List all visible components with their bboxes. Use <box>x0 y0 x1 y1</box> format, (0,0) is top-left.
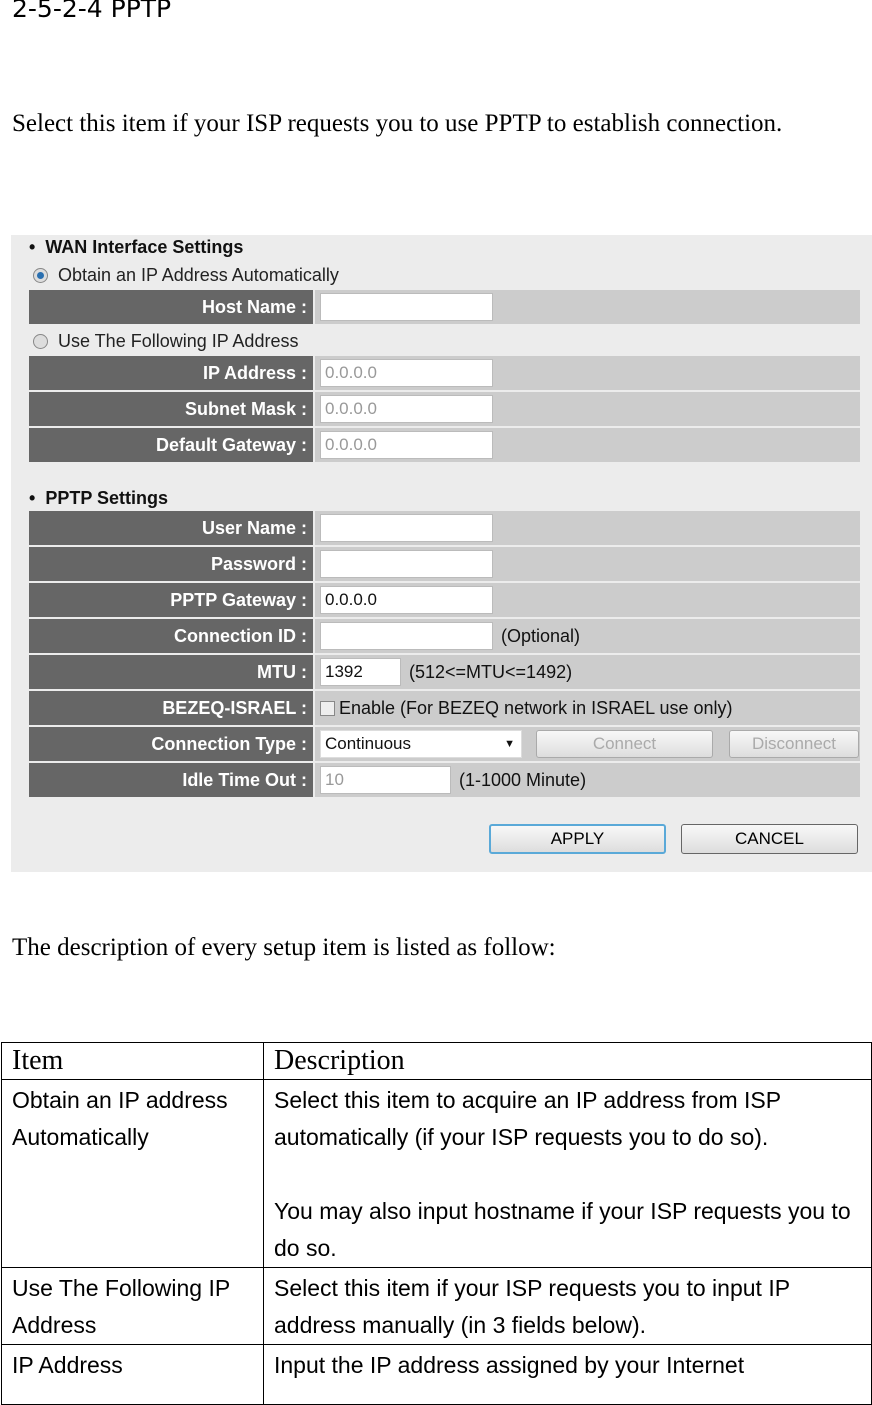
pptp-gateway-row: PPTP Gateway :0.0.0.0 <box>29 583 860 617</box>
description-table: Item Description Obtain an IP address Aut… <box>1 1042 872 1405</box>
header-item: Item <box>1 1042 264 1080</box>
description-cell: Input the IP address assigned by your In… <box>263 1344 872 1405</box>
default-gateway-row: Default Gateway :0.0.0.0 <box>29 428 860 462</box>
disconnect-button[interactable]: Disconnect <box>729 730 859 758</box>
checkbox-label: Enable (For BEZEQ network in ISRAEL use … <box>339 697 733 718</box>
connection-type-select[interactable]: Continuous ▼ <box>320 730 522 758</box>
password-input[interactable] <box>320 550 493 578</box>
item-cell: Use The Following IP Address <box>1 1267 264 1345</box>
table-row: Use The Following IP Address Select this … <box>1 1267 872 1345</box>
dropdown-arrow-icon: ▼ <box>504 738 515 750</box>
table-row: Obtain an IP address Automatically Select… <box>1 1079 872 1268</box>
field-label: BEZEQ-ISRAEL : <box>29 691 313 725</box>
obtain-auto-radio[interactable]: Obtain an IP Address Automatically <box>33 265 339 286</box>
section-heading: 2-5-2-4 PPTP <box>12 0 172 23</box>
mtu-row: MTU :1392 (512<=MTU<=1492) <box>29 655 860 689</box>
field-label: User Name : <box>29 511 313 545</box>
intro-text: Select this item if your ISP requests yo… <box>12 110 783 137</box>
field-label: Host Name : <box>29 290 313 324</box>
password-row: Password : <box>29 547 860 581</box>
host-name-row: Host Name : <box>29 290 860 324</box>
bezeq-checkbox[interactable] <box>320 700 335 716</box>
field-label: Subnet Mask : <box>29 392 313 426</box>
description-text: You may also input hostname if your ISP … <box>274 1198 851 1261</box>
subnet-mask-row: Subnet Mask :0.0.0.0 <box>29 392 860 426</box>
mtu-input[interactable]: 1392 <box>320 658 401 686</box>
description-cell: Select this item to acquire an IP addres… <box>263 1079 872 1268</box>
cancel-button[interactable]: CANCEL <box>681 824 858 854</box>
idle-time-hint: (1-1000 Minute) <box>459 769 587 790</box>
radio-selected-icon <box>33 268 48 283</box>
subnet-mask-input[interactable]: 0.0.0.0 <box>320 395 493 423</box>
item-cell: Obtain an IP address Automatically <box>1 1079 264 1268</box>
radio-label: Use The Following IP Address <box>58 331 299 351</box>
connection-type-row: Connection Type : Continuous ▼ Connect Disco… <box>29 727 860 761</box>
connect-button[interactable]: Connect <box>536 730 713 758</box>
idle-time-row: Idle Time Out :10 (1-1000 Minute) <box>29 763 860 797</box>
user-name-input[interactable] <box>320 514 493 542</box>
mtu-hint: (512<=MTU<=1492) <box>409 661 573 682</box>
description-cell: Select this item if your ISP requests yo… <box>263 1267 872 1345</box>
field-label: Idle Time Out : <box>29 763 313 797</box>
ip-address-input[interactable]: 0.0.0.0 <box>320 359 493 387</box>
bezeq-row: BEZEQ-ISRAEL : Enable (For BEZEQ network … <box>29 691 860 725</box>
default-gateway-input[interactable]: 0.0.0.0 <box>320 431 493 459</box>
pptp-section-title: PPTP Settings <box>29 488 168 509</box>
field-label: Connection ID : <box>29 619 313 653</box>
item-cell: IP Address <box>1 1344 264 1405</box>
apply-button[interactable]: APPLY <box>489 824 666 854</box>
selected-value: Continuous <box>325 734 412 753</box>
optional-hint: (Optional) <box>501 625 581 646</box>
description-intro: The description of every setup item is l… <box>12 934 556 961</box>
use-following-radio[interactable]: Use The Following IP Address <box>33 331 298 352</box>
radio-unselected-icon <box>33 334 48 349</box>
header-description: Description <box>263 1042 872 1080</box>
connection-id-row: Connection ID : (Optional) <box>29 619 860 653</box>
radio-label: Obtain an IP Address Automatically <box>58 265 339 285</box>
router-screenshot: WAN Interface Settings Obtain an IP Addr… <box>11 235 872 872</box>
pptp-gateway-input[interactable]: 0.0.0.0 <box>320 586 493 614</box>
field-label: PPTP Gateway : <box>29 583 313 617</box>
field-label: Connection Type : <box>29 727 313 761</box>
field-label: Default Gateway : <box>29 428 313 462</box>
description-text: Select this item to acquire an IP addres… <box>274 1087 781 1150</box>
field-label: MTU : <box>29 655 313 689</box>
ip-address-row: IP Address :0.0.0.0 <box>29 356 860 390</box>
wan-section-title: WAN Interface Settings <box>29 237 243 258</box>
table-row: IP Address Input the IP address assigned … <box>1 1344 872 1405</box>
host-name-input[interactable] <box>320 293 493 321</box>
idle-time-input[interactable]: 10 <box>320 766 451 794</box>
user-name-row: User Name : <box>29 511 860 545</box>
field-label: IP Address : <box>29 356 313 390</box>
connection-id-input[interactable] <box>320 622 493 650</box>
field-label: Password : <box>29 547 313 581</box>
